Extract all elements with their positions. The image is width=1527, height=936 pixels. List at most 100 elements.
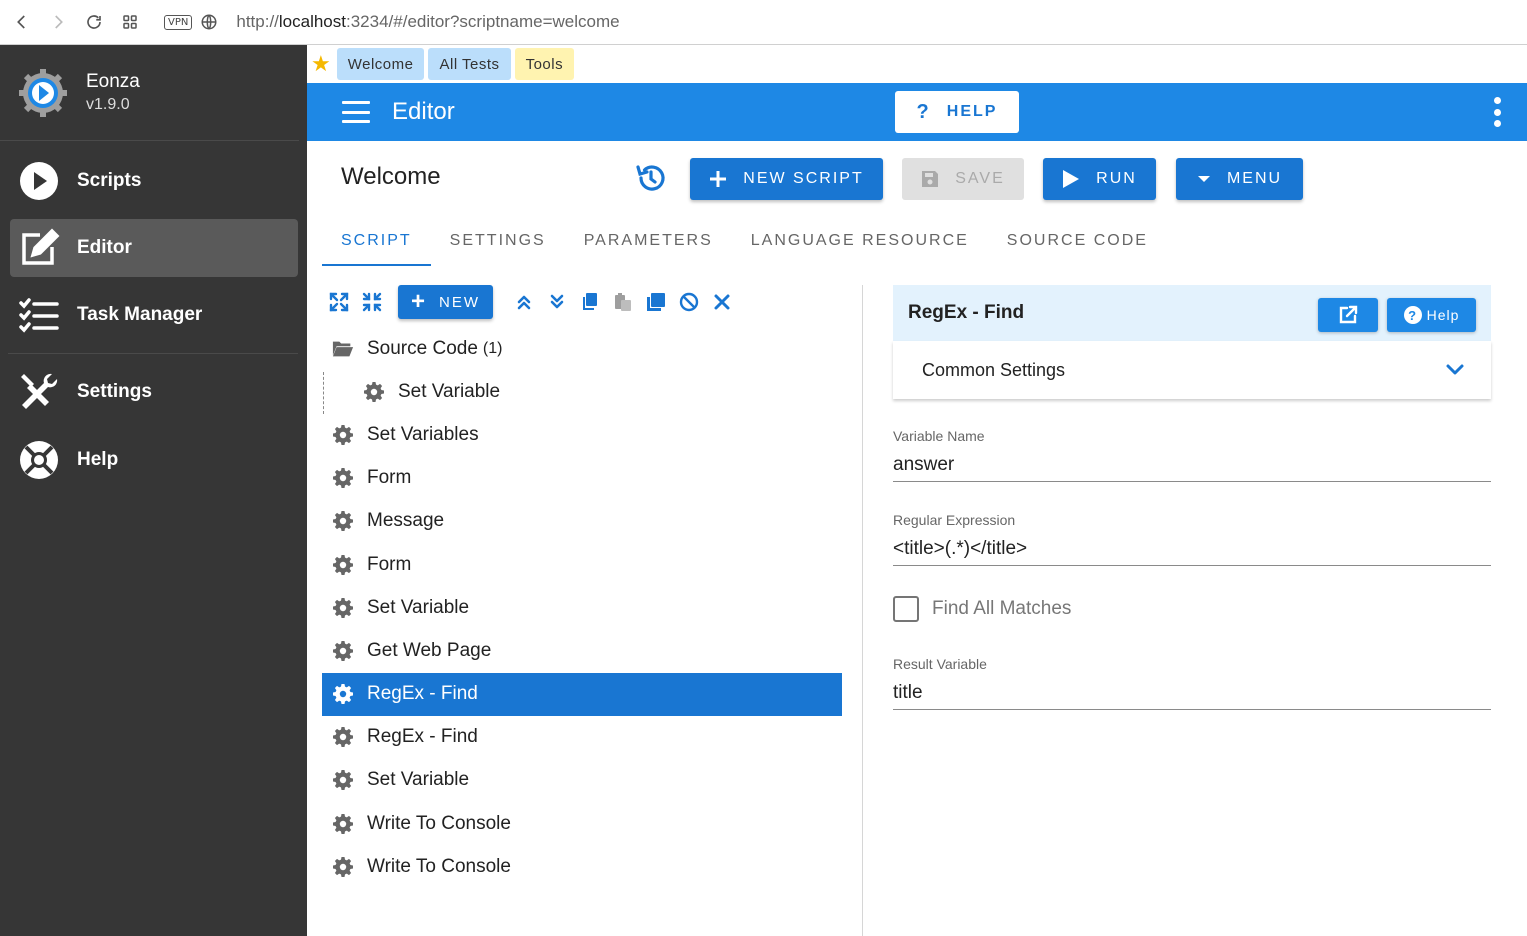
help-button[interactable]: ? HELP xyxy=(895,91,1019,133)
tree-item-label: Set Variable xyxy=(398,380,501,402)
tree-item-label: Message xyxy=(367,510,445,532)
regular-expression-label: Regular Expression xyxy=(893,512,1016,528)
play-icon xyxy=(1062,169,1080,189)
tab-script[interactable]: SCRIPT xyxy=(322,216,431,266)
tree-item[interactable]: Set Variables xyxy=(322,413,842,456)
tree-item[interactable]: Get Web Page xyxy=(322,629,842,672)
sidebar-item-task-manager[interactable]: Task Manager xyxy=(10,286,298,344)
disable-icon[interactable] xyxy=(672,286,705,318)
copy-icon[interactable] xyxy=(573,286,606,318)
command-tree: Source Code (1) Set Variable Set Variabl… xyxy=(322,327,842,888)
tree-folder-source-code[interactable]: Source Code (1) xyxy=(322,327,842,370)
tree-item-label: Write To Console xyxy=(367,855,511,877)
folder-open-icon xyxy=(332,338,354,360)
sidebar-item-settings[interactable]: Settings xyxy=(10,363,298,421)
checkbox-box[interactable] xyxy=(893,596,919,622)
sidebar-item-label: Settings xyxy=(77,381,152,402)
tree-item-label: Set Variable xyxy=(367,769,470,791)
tree-toolbar: + NEW xyxy=(322,284,738,320)
menu-button[interactable]: MENU xyxy=(1176,158,1303,200)
new-script-label: NEW SCRIPT xyxy=(743,170,864,187)
variable-name-label: Variable Name xyxy=(893,428,985,444)
tab-language-resource[interactable]: LANGUAGE RESOURCE xyxy=(732,216,988,266)
gear-icon xyxy=(332,467,354,489)
tab-grid-button[interactable] xyxy=(112,4,148,40)
menu-label: MENU xyxy=(1226,170,1283,187)
tree-item[interactable]: Set Variable xyxy=(322,759,842,802)
paste-icon[interactable] xyxy=(606,286,639,318)
chevron-right-icon xyxy=(55,15,63,29)
collapse-all-icon[interactable] xyxy=(355,286,388,318)
forward-button[interactable] xyxy=(40,4,76,40)
tree-item[interactable]: Write To Console xyxy=(322,845,842,888)
run-button[interactable]: RUN xyxy=(1043,158,1156,200)
brand-name: Eonza xyxy=(86,71,140,92)
regular-expression-input[interactable] xyxy=(893,534,1491,564)
tree-item-label: Get Web Page xyxy=(367,639,492,661)
back-button[interactable] xyxy=(4,4,40,40)
find-all-matches-checkbox[interactable]: Find All Matches xyxy=(893,596,1071,622)
address-bar[interactable]: http://localhost:3234/#/editor?scriptnam… xyxy=(236,12,619,32)
gear-icon xyxy=(332,597,354,619)
gear-icon xyxy=(332,683,354,705)
move-down-icon[interactable] xyxy=(540,286,573,318)
result-variable-input[interactable] xyxy=(893,678,1491,708)
sidebar-item-help[interactable]: Help xyxy=(10,431,298,489)
question-icon: ? xyxy=(916,100,931,123)
help-button-label: HELP xyxy=(946,103,998,120)
tree-item-child[interactable]: Set Variable xyxy=(322,370,842,413)
expand-all-icon[interactable] xyxy=(322,286,355,318)
variable-name-input[interactable] xyxy=(893,450,1491,480)
sidebar-item-label: Scripts xyxy=(77,170,142,191)
gear-icon xyxy=(332,726,354,748)
history-icon[interactable] xyxy=(635,162,667,194)
sidebar-item-editor[interactable]: Editor xyxy=(10,219,298,277)
tree-item[interactable]: Message xyxy=(322,500,842,543)
more-vert-icon[interactable] xyxy=(1493,97,1501,127)
tree-item[interactable]: Write To Console xyxy=(322,802,842,845)
tab-parameters[interactable]: PARAMETERS xyxy=(565,216,732,266)
tab-settings[interactable]: SETTINGS xyxy=(431,216,565,266)
tab-source-code[interactable]: SOURCE CODE xyxy=(988,216,1167,266)
tree-item-label: Write To Console xyxy=(367,812,511,834)
tree-item[interactable]: Form xyxy=(322,543,842,586)
sidebar-item-scripts[interactable]: Scripts xyxy=(10,152,298,210)
sidebar-divider xyxy=(8,353,298,354)
save-button[interactable]: SAVE xyxy=(902,158,1024,200)
tree-item[interactable]: Form xyxy=(322,457,842,500)
command-help-label: Help xyxy=(1426,307,1460,323)
tree-item[interactable]: RegEx - Find xyxy=(322,672,842,716)
url-prefix: http:// xyxy=(236,12,279,31)
tree-item[interactable]: Set Variable xyxy=(322,586,842,629)
quick-tab-tools[interactable]: Tools xyxy=(514,48,575,80)
gear-icon xyxy=(332,813,354,835)
quick-tab-all-tests[interactable]: All Tests xyxy=(428,48,511,80)
checklist-icon xyxy=(18,294,60,336)
globe-icon xyxy=(201,14,217,30)
move-up-icon[interactable] xyxy=(507,286,540,318)
sidebar: Eonza v1.9.0 Scripts Editor Task Manager… xyxy=(0,45,307,936)
tree-item[interactable]: RegEx - Find xyxy=(322,716,842,759)
new-script-button[interactable]: NEW SCRIPT xyxy=(690,158,883,200)
quick-tab-welcome[interactable]: Welcome xyxy=(336,48,425,80)
save-label: SAVE xyxy=(955,170,1005,187)
command-help-button[interactable]: ? Help xyxy=(1387,298,1476,332)
vpn-badge[interactable]: VPN xyxy=(164,14,193,30)
common-settings-expander[interactable]: Common Settings xyxy=(893,341,1491,399)
star-icon[interactable]: ★ xyxy=(311,51,331,77)
reload-button[interactable] xyxy=(76,4,112,40)
tree-item-label: Source Code xyxy=(367,337,478,359)
delete-icon[interactable] xyxy=(705,286,738,318)
gear-icon xyxy=(363,381,385,403)
duplicate-icon[interactable] xyxy=(639,286,672,318)
browser-toolbar: VPN http://localhost:3234/#/editor?scrip… xyxy=(0,0,1527,45)
open-external-button[interactable] xyxy=(1318,298,1378,332)
reload-icon xyxy=(87,15,101,29)
plus-icon xyxy=(709,170,727,188)
chevron-left-icon xyxy=(17,15,25,29)
edit-icon xyxy=(18,227,60,269)
eonza-logo-icon xyxy=(19,68,67,117)
menu-icon[interactable] xyxy=(342,101,370,123)
new-command-button[interactable]: + NEW xyxy=(398,285,493,319)
gear-icon xyxy=(332,554,354,576)
